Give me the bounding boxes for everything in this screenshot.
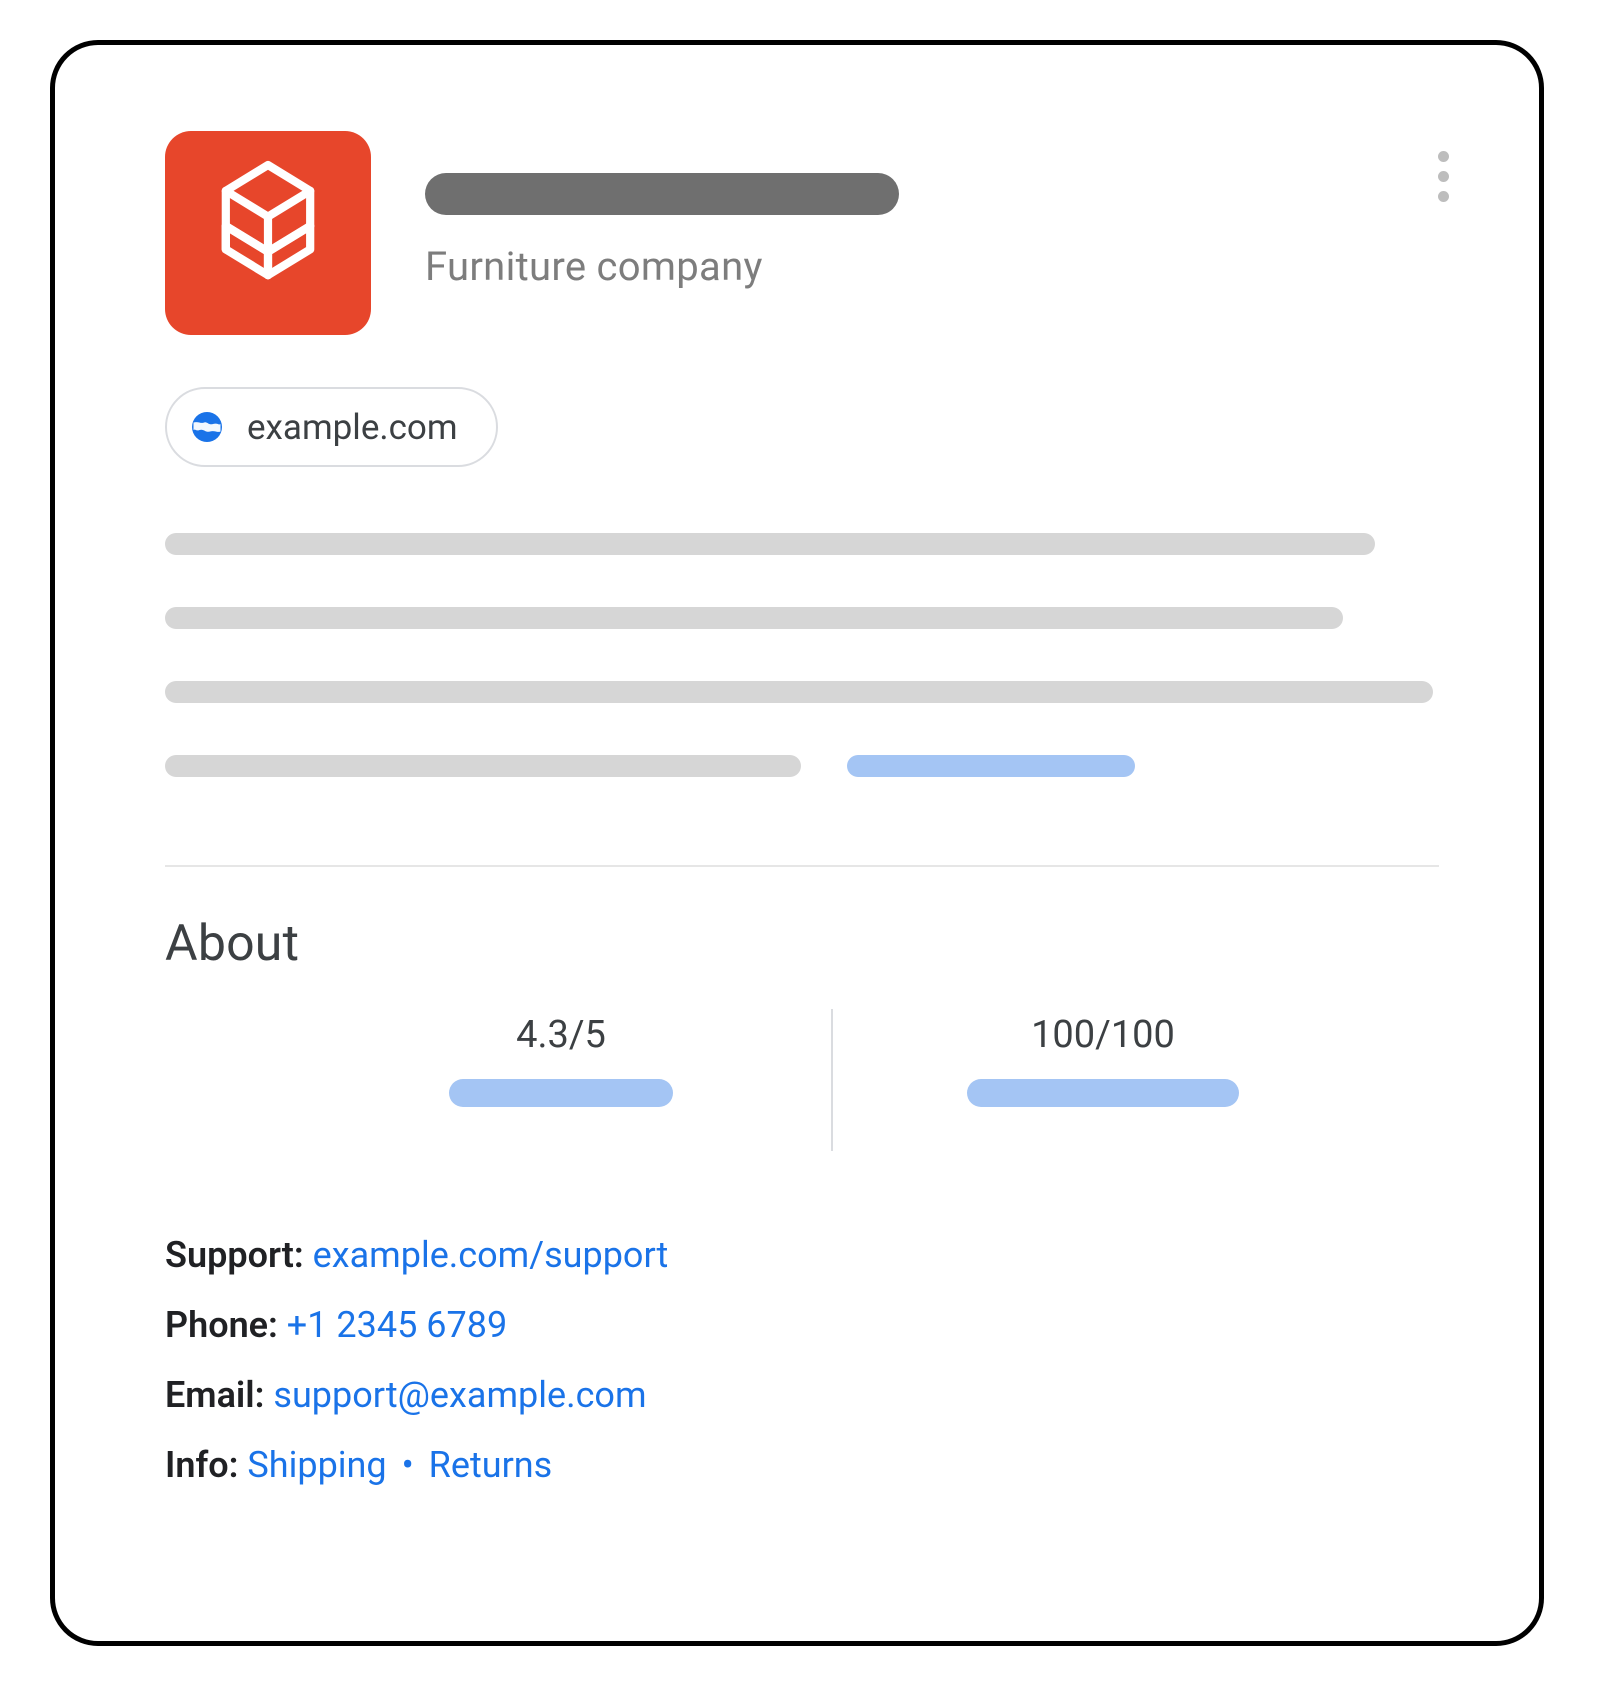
returns-link[interactable]: Returns <box>429 1444 553 1486</box>
company-logo <box>165 131 371 335</box>
text-placeholder-line <box>165 681 1433 703</box>
email-label: Email: <box>165 1374 264 1416</box>
link-placeholder[interactable] <box>847 755 1135 777</box>
score-block: 100/100 <box>893 1013 1313 1151</box>
globe-icon <box>189 409 225 445</box>
more-options-button[interactable] <box>1432 145 1455 208</box>
text-placeholder-line <box>165 755 801 777</box>
score-label-placeholder[interactable] <box>967 1079 1239 1107</box>
website-chip[interactable]: example.com <box>165 387 498 467</box>
info-separator: • <box>402 1444 414 1486</box>
header: Furniture company <box>165 131 1443 335</box>
score-value: 100/100 <box>1031 1013 1175 1057</box>
vertical-separator <box>831 1009 833 1151</box>
support-link[interactable]: example.com/support <box>313 1234 669 1276</box>
company-category: Furniture company <box>425 243 899 290</box>
rating-label-placeholder[interactable] <box>449 1079 673 1107</box>
rating-block: 4.3/5 <box>351 1013 771 1151</box>
phone-link[interactable]: +1 2345 6789 <box>287 1304 507 1346</box>
contact-section: Support: example.com/support Phone: +1 2… <box>165 1221 1443 1499</box>
company-name-placeholder <box>425 173 899 215</box>
description-placeholder <box>165 533 1443 777</box>
divider <box>165 865 1439 867</box>
website-text: example.com <box>247 407 458 448</box>
knowledge-panel-card: Furniture company example.com About 4.3/… <box>50 40 1544 1646</box>
text-placeholder-line <box>165 533 1375 555</box>
chair-icon <box>209 158 327 308</box>
text-placeholder-line <box>165 607 1343 629</box>
rating-value: 4.3/5 <box>516 1013 606 1057</box>
shipping-link[interactable]: Shipping <box>247 1444 386 1486</box>
about-heading: About <box>165 915 1443 973</box>
info-label: Info: <box>165 1444 238 1486</box>
support-label: Support: <box>165 1234 304 1276</box>
phone-label: Phone: <box>165 1304 278 1346</box>
ratings-row: 4.3/5 100/100 <box>351 1013 1443 1151</box>
email-link[interactable]: support@example.com <box>273 1374 646 1416</box>
